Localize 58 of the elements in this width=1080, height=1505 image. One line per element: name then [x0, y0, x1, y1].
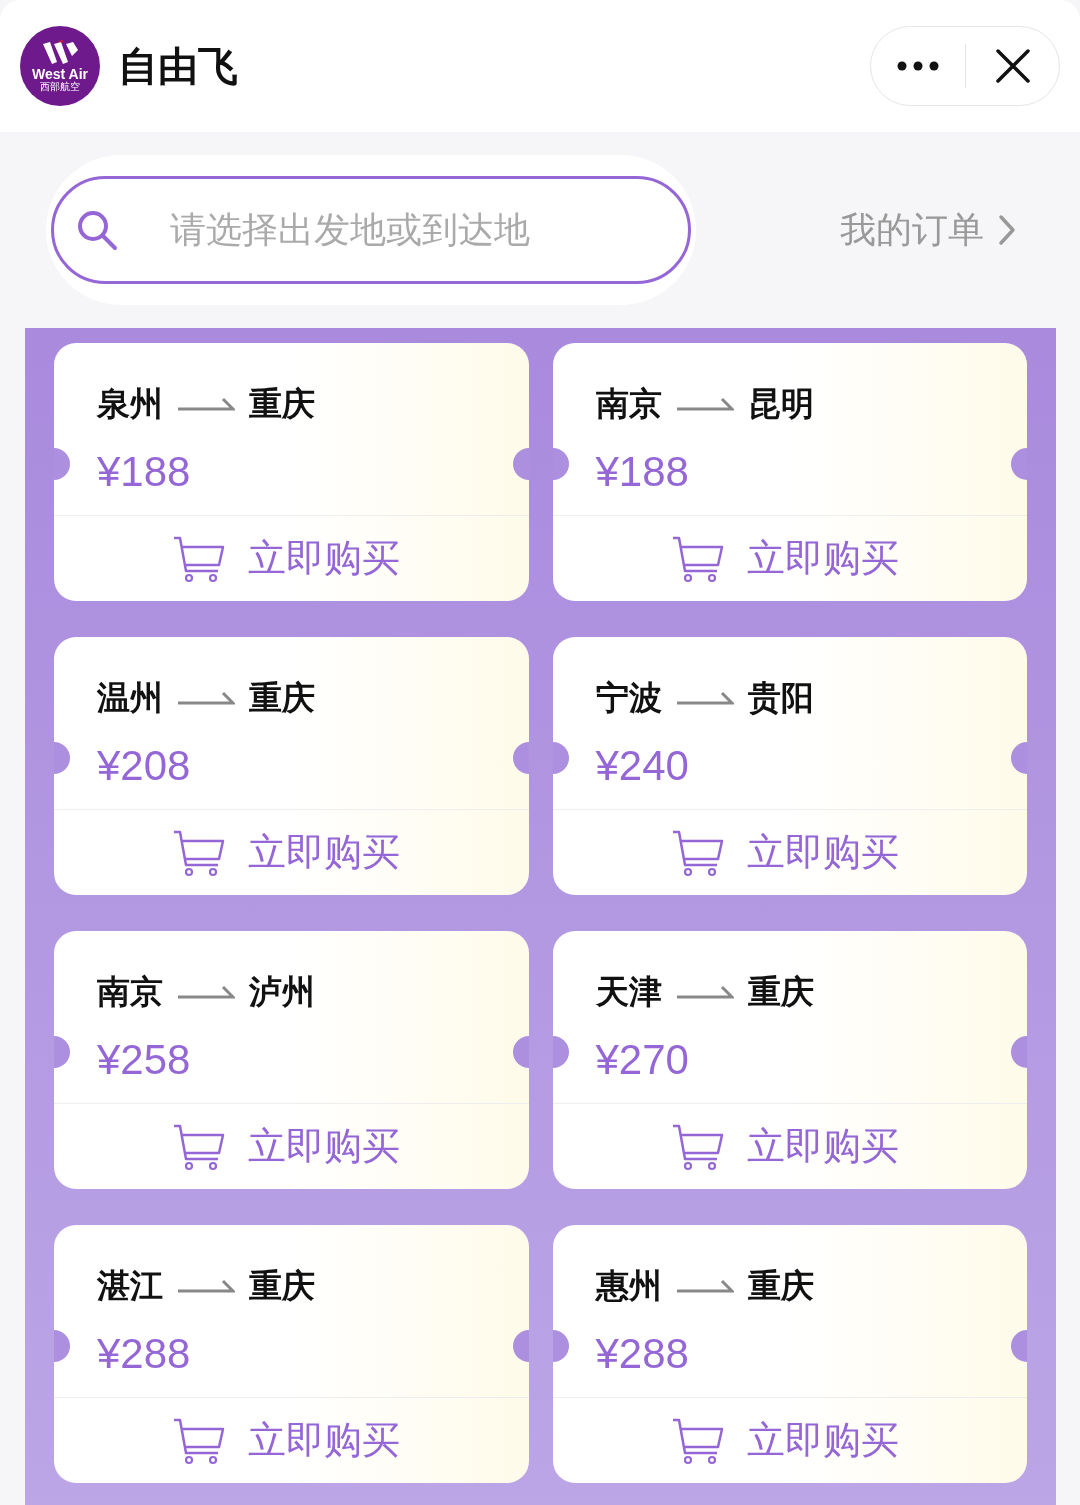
origin-city: 湛江	[97, 1266, 163, 1307]
price: ¥288	[595, 1328, 689, 1379]
origin-city: 惠州	[595, 1266, 662, 1307]
destination-city: 重庆	[747, 972, 814, 1013]
my-orders-link[interactable]: 我的订单	[840, 203, 1016, 257]
price: ¥240	[595, 740, 689, 791]
route-card[interactable]: 宁波 贵阳 ¥240 立即购买	[552, 637, 1027, 895]
route-card[interactable]: 湛江 重庆 ¥288 立即购买	[54, 1225, 529, 1483]
buy-now-button[interactable]: 立即购买	[552, 516, 1027, 601]
cart-icon	[172, 534, 227, 583]
origin-city: 南京	[595, 384, 662, 425]
price: ¥188	[595, 446, 689, 497]
destination-city: 泸州	[249, 972, 315, 1013]
origin-city: 温州	[97, 678, 163, 719]
route-card[interactable]: 惠州 重庆 ¥288 立即购买	[552, 1225, 1027, 1483]
destination-city: 重庆	[249, 384, 315, 425]
close-icon	[995, 49, 1030, 83]
destination-city: 重庆	[747, 1266, 814, 1307]
buy-now-button[interactable]: 立即购买	[54, 1398, 529, 1483]
cart-icon	[670, 534, 725, 583]
origin-city: 泉州	[97, 384, 163, 425]
route-card[interactable]: 南京 昆明 ¥188 立即购买	[552, 343, 1027, 601]
cart-icon	[172, 1416, 227, 1465]
page-title: 自由飞	[118, 43, 238, 90]
more-icon	[897, 61, 939, 71]
origin-city: 南京	[97, 972, 163, 1013]
price: ¥258	[97, 1034, 191, 1085]
origin-city: 天津	[595, 972, 662, 1013]
price: ¥270	[595, 1034, 689, 1085]
origin-city: 宁波	[595, 678, 662, 719]
logo-subtext: 西部航空	[40, 82, 80, 92]
route-card[interactable]: 天津 重庆 ¥270 立即购买	[552, 931, 1027, 1189]
price: ¥188	[97, 446, 191, 497]
search-icon	[76, 209, 118, 251]
buy-now-button[interactable]: 立即购买	[552, 1398, 1027, 1483]
cart-icon	[670, 828, 725, 877]
cart-icon	[670, 1122, 725, 1171]
cart-icon	[670, 1416, 725, 1465]
cart-icon	[172, 1122, 227, 1171]
logo-text: West Air	[32, 67, 88, 81]
search-field[interactable]: 请选择出发地或到达地	[51, 176, 691, 284]
route-card[interactable]: 泉州 重庆 ¥188 立即购买	[54, 343, 529, 601]
buy-now-button[interactable]: 立即购买	[54, 810, 529, 895]
price: ¥208	[97, 740, 191, 791]
buy-now-button[interactable]: 立即购买	[54, 516, 529, 601]
destination-city: 贵阳	[747, 678, 814, 719]
price: ¥288	[97, 1328, 191, 1379]
buy-now-button[interactable]: 立即购买	[552, 810, 1027, 895]
buy-now-button[interactable]: 立即购买	[552, 1104, 1027, 1189]
destination-city: 重庆	[249, 678, 315, 719]
destination-city: 昆明	[747, 384, 814, 425]
buy-now-button[interactable]: 立即购买	[54, 1104, 529, 1189]
route-card[interactable]: 南京 泸州 ¥258 立即购买	[54, 931, 529, 1189]
cart-icon	[172, 828, 227, 877]
chevron-right-icon	[998, 214, 1016, 246]
wing-icon	[40, 40, 80, 66]
route-card[interactable]: 温州 重庆 ¥208 立即购买	[54, 637, 529, 895]
destination-city: 重庆	[249, 1266, 315, 1307]
